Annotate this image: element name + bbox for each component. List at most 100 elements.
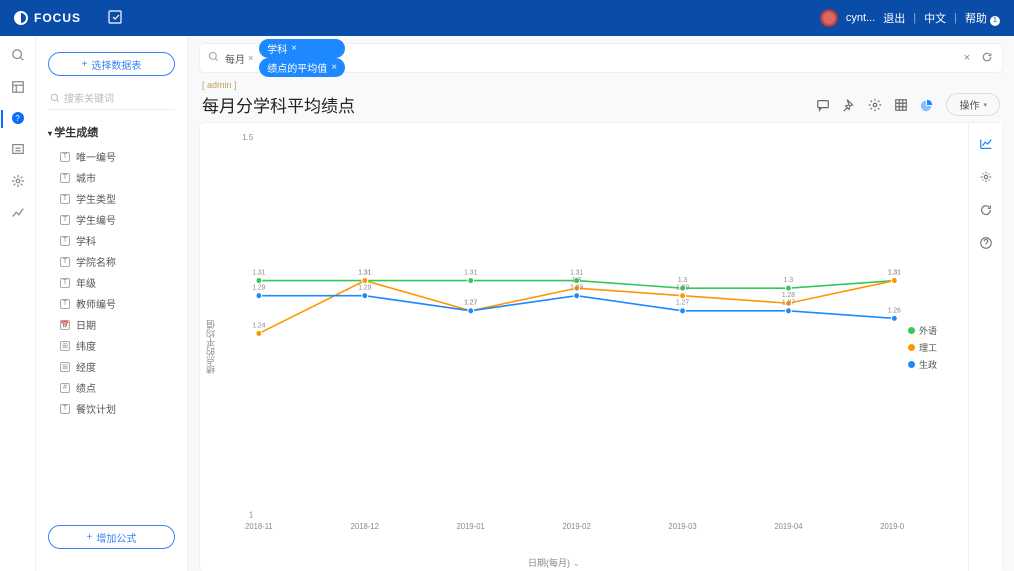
trend-icon[interactable] (11, 206, 25, 220)
remove-chip-icon[interactable]: × (291, 43, 297, 54)
legend-label: 理工 (919, 341, 937, 354)
field-list: T唯一编号T城市T学生类型T学生编号T学科T学院名称T年级T教师编号📅日期⊞纬度… (36, 144, 187, 421)
help-icon[interactable] (979, 236, 993, 253)
svg-text:1.31: 1.31 (464, 269, 477, 276)
settings-icon[interactable] (11, 174, 25, 188)
svg-text:2019-05: 2019-05 (880, 522, 904, 531)
field-type-icon: T (60, 152, 70, 162)
query-chip[interactable]: 绩点的平均值× (259, 58, 345, 77)
field-label: 经度 (76, 359, 96, 374)
logout-link[interactable]: 退出 (883, 10, 905, 26)
field-label: 学科 (76, 233, 96, 248)
svg-text:1.27: 1.27 (676, 300, 689, 307)
search-icon[interactable] (11, 48, 25, 62)
dashboard-icon[interactable] (11, 80, 25, 94)
data-icon[interactable] (11, 142, 25, 156)
field-item[interactable]: T 城市 (36, 167, 187, 188)
field-item[interactable]: T学生编号 (36, 209, 187, 230)
field-label: 餐饮计划 (76, 401, 116, 416)
svg-text:1.29: 1.29 (570, 285, 583, 292)
reset-icon[interactable] (979, 203, 993, 220)
svg-text:1.29: 1.29 (252, 285, 265, 292)
question-icon[interactable]: ? (12, 112, 24, 124)
chart-type-icon[interactable] (920, 98, 934, 112)
field-type-icon: T (60, 404, 70, 414)
svg-text:2019-02: 2019-02 (563, 522, 591, 531)
query-token-plain[interactable]: 每月× (225, 51, 253, 66)
legend-swatch (908, 344, 915, 351)
field-label: 学院名称 (76, 254, 116, 269)
field-item[interactable]: T教师编号 (36, 293, 187, 314)
field-item[interactable]: T 餐饮计划 (36, 398, 187, 419)
field-item[interactable]: 📅日期 (36, 314, 187, 335)
operations-button[interactable]: 操作 (946, 93, 1000, 116)
field-item[interactable]: ⊞经度 (36, 356, 187, 377)
legend-item[interactable]: 理工 (908, 341, 962, 354)
username[interactable]: cynt... (846, 12, 875, 24)
select-datasource-button[interactable]: 选择数据表 (48, 52, 175, 76)
legend-label: 外语 (919, 324, 937, 337)
field-type-icon: T (60, 194, 70, 204)
query-search-icon[interactable] (208, 51, 219, 65)
query-bar[interactable]: 每月× 学科×绩点的平均值× × (200, 44, 1002, 72)
svg-text:1.3: 1.3 (784, 277, 794, 284)
remove-token-icon[interactable]: × (248, 53, 253, 63)
field-item[interactable]: T唯一编号 (36, 146, 187, 167)
svg-text:1.24: 1.24 (252, 322, 265, 329)
svg-text:2019-01: 2019-01 (457, 522, 485, 531)
remove-chip-icon[interactable]: × (331, 62, 337, 73)
field-search[interactable]: 搜索关键词 (48, 86, 175, 110)
line-chart: 11.52018-112018-122019-012019-022019-032… (230, 129, 904, 543)
legend-swatch (908, 327, 915, 334)
svg-text:1.28: 1.28 (782, 292, 795, 299)
legend-item[interactable]: 外语 (908, 324, 962, 337)
clear-query-icon[interactable]: × (960, 52, 974, 64)
comment-icon[interactable] (816, 98, 830, 112)
gear-icon[interactable] (868, 98, 882, 112)
svg-text:1.27: 1.27 (782, 300, 795, 307)
svg-text:2018-12: 2018-12 (351, 522, 379, 531)
field-label: 日期 (76, 317, 96, 332)
svg-text:1.31: 1.31 (252, 269, 265, 276)
chart-settings-icon[interactable] (979, 170, 993, 187)
tree-header[interactable]: 学生成绩 (36, 120, 187, 144)
line-chart-icon[interactable] (979, 137, 993, 154)
field-item[interactable]: # 绩点 (36, 377, 187, 398)
table-icon[interactable] (894, 98, 908, 112)
field-label: 城市 (76, 170, 96, 185)
field-item[interactable]: T年级 (36, 272, 187, 293)
lang-link[interactable]: 中文 (924, 10, 946, 26)
help-link[interactable]: 帮助 1 (965, 10, 1000, 26)
field-item[interactable]: T 学科 (36, 230, 187, 251)
svg-text:1.5: 1.5 (242, 133, 253, 142)
sidebar: 选择数据表 搜索关键词 学生成绩 T唯一编号T城市T学生类型T学生编号T学科T学… (36, 36, 188, 571)
svg-text:1.3: 1.3 (572, 277, 582, 284)
x-axis-title[interactable]: 日期(每月) (528, 556, 580, 569)
page-title: 每月分学科平均绩点 (202, 92, 355, 117)
breadcrumb: [ admin ] (202, 80, 1000, 90)
add-formula-button[interactable]: 增加公式 (48, 525, 175, 549)
edit-icon[interactable] (107, 9, 123, 28)
field-item[interactable]: ⊞纬度 (36, 335, 187, 356)
svg-text:1.29: 1.29 (676, 285, 689, 292)
svg-text:1.26: 1.26 (888, 307, 901, 314)
legend-item[interactable]: 生政 (908, 358, 962, 371)
app-header: FOCUS cynt... 退出 | 中文 | 帮助 1 (0, 0, 1014, 36)
field-item[interactable]: T学院名称 (36, 251, 187, 272)
legend-label: 生政 (919, 358, 937, 371)
svg-text:1.31: 1.31 (570, 269, 583, 276)
field-type-icon: T (60, 173, 70, 183)
field-label: 学生类型 (76, 191, 116, 206)
refresh-icon[interactable] (980, 51, 994, 66)
nav-rail: ? (0, 36, 36, 571)
avatar[interactable] (820, 9, 838, 27)
chart-plot: 绩点的平均值 日期(每月) 11.52018-112018-122019-012… (200, 123, 908, 571)
pin-icon[interactable] (842, 98, 856, 112)
field-label: 学生编号 (76, 212, 116, 227)
query-chip[interactable]: 学科× (259, 39, 345, 58)
field-type-icon: T (60, 299, 70, 309)
field-item[interactable]: T 学生类型 (36, 188, 187, 209)
field-label: 绩点 (76, 380, 96, 395)
field-type-icon: T (60, 236, 70, 246)
field-type-icon: # (60, 383, 70, 393)
